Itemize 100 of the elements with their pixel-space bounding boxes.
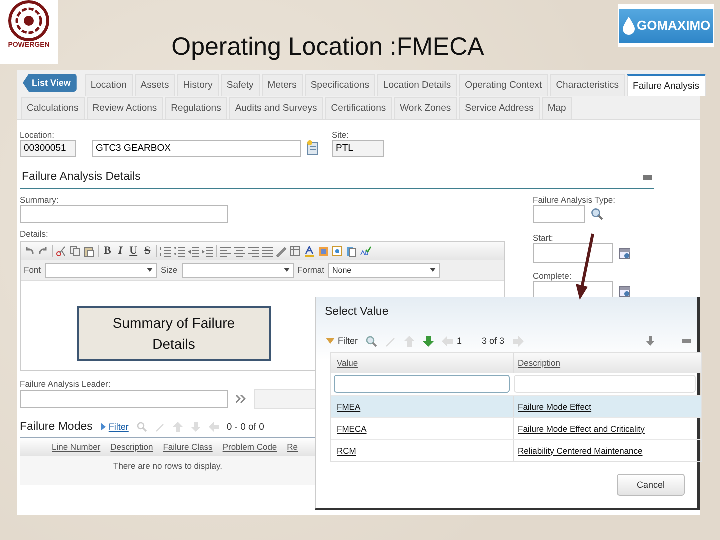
tab[interactable]: Meters [262,74,303,96]
column-header[interactable]: Description [518,358,561,368]
search-icon[interactable] [366,336,377,346]
calendar-icon[interactable] [619,246,631,260]
caret-icon [284,268,290,272]
filter-field[interactable] [334,375,510,393]
column-header[interactable]: Line Number [52,442,101,452]
column-header[interactable]: Problem Code [222,442,278,452]
summary-field[interactable] [20,205,228,223]
tab[interactable]: Regulations [165,97,228,119]
indent-icon[interactable] [202,246,213,256]
field-label: Font [24,265,42,275]
dropdown-field[interactable] [45,262,158,278]
arrow [576,234,594,300]
tab[interactable]: Characteristics [550,74,626,96]
tab[interactable]: Audits and Surveys [229,97,324,119]
table-row[interactable]: RCM Reliability Centered Maintenance [331,439,701,461]
text-color-icon[interactable] [304,246,315,256]
tab[interactable]: Operating Context [459,74,548,96]
image-icon[interactable] [332,246,343,256]
value-link[interactable]: FMECA [337,424,367,434]
format-button[interactable]: U [128,245,140,257]
justify-icon[interactable] [262,246,273,256]
description-link[interactable]: Failure Mode Effect and Criticality [518,424,645,434]
field-label: Details: [20,229,48,239]
caret-icon[interactable] [326,338,335,344]
slide-title: Operating Location :FMECA [170,33,486,62]
description-field[interactable]: GTC3 GEARBOX [92,140,301,157]
numbered-list-icon[interactable] [160,246,171,256]
start-date-field[interactable] [533,243,613,263]
description-link[interactable]: Reliability Centered Maintenance [518,446,643,456]
tab[interactable]: Location [84,74,133,96]
undo-icon[interactable] [24,246,35,256]
align-center-icon[interactable] [234,246,245,256]
tab[interactable]: Location Details [377,74,458,96]
pencil-icon[interactable] [276,246,287,256]
field-label: Location: [20,130,54,140]
site-field[interactable]: PTL [332,140,384,157]
field-label: Site: [332,130,350,140]
caret-icon [147,268,154,272]
outdent-icon[interactable] [188,246,199,256]
tab[interactable]: Certifications [325,97,392,119]
tab[interactable]: Map [542,97,572,119]
tab[interactable]: Work Zones [394,97,458,119]
tab[interactable]: Service Address [459,97,540,119]
column-header[interactable]: Description [110,442,154,452]
bullet-list-icon[interactable] [174,246,185,256]
field-label: Failure Analysis Leader: [20,379,111,389]
table-row[interactable]: FMECA Failure Mode Effect and Criticality [331,417,701,439]
readonly-field [254,389,316,409]
field-label: Size [161,265,178,275]
paste-icon[interactable] [84,246,95,256]
logo-text: GOMAXIMO [637,18,711,33]
search-icon[interactable] [591,208,603,220]
column-header[interactable]: Re [287,442,298,452]
filter-button[interactable]: Filter [338,336,358,346]
filter-link[interactable]: Filter [108,422,129,432]
spellcheck-icon[interactable] [360,246,371,256]
section-title: Failure Analysis Details [22,171,141,183]
dropdown-field[interactable] [182,262,294,278]
format-button[interactable]: I [116,245,125,257]
minimize-icon[interactable] [643,174,652,180]
list-view-button[interactable]: List View [23,74,77,92]
column-header[interactable]: Value [337,358,358,368]
tab[interactable]: Failure Analysis [627,74,706,96]
calendar-icon[interactable] [619,284,631,298]
dropdown-field[interactable]: None [328,262,440,278]
tab[interactable]: Review Actions [86,97,164,119]
tab[interactable]: History [177,74,219,96]
highlight-icon[interactable] [318,246,329,256]
type-field[interactable] [533,205,585,223]
align-left-icon[interactable] [220,246,231,256]
document-icon[interactable] [306,140,320,156]
logo-icon [8,0,50,42]
cancel-button[interactable]: Cancel [617,474,685,496]
download-icon[interactable] [645,336,656,346]
tab[interactable]: Safety [220,74,260,96]
format-button[interactable]: S [142,245,153,257]
table-row[interactable]: FMEA Failure Mode Effect [331,395,701,417]
description-link[interactable]: Failure Mode Effect [518,402,592,412]
paste-text-icon[interactable] [346,246,357,256]
tab[interactable]: Specifications [304,74,376,96]
leader-field[interactable] [20,390,228,408]
cut-icon[interactable] [56,246,67,256]
redo-icon[interactable] [38,246,49,256]
triangle-icon[interactable] [100,423,106,431]
location-field[interactable]: 00300051 [20,140,76,157]
value-link[interactable]: FMEA [337,402,361,412]
callout-text: Summary of Failure Details [112,314,236,354]
page-count: 0 - 0 of 0 [226,422,264,432]
tab[interactable]: Calculations [21,97,85,119]
value-link[interactable]: RCM [337,446,356,456]
down-arrow-icon[interactable] [423,336,434,346]
tab[interactable]: Assets [134,74,176,96]
column-header[interactable]: Failure Class [163,442,213,452]
align-right-icon[interactable] [248,246,259,256]
table-icon[interactable] [290,246,301,256]
copy-icon[interactable] [70,246,81,256]
double-chevron-icon[interactable] [236,395,246,403]
format-button[interactable]: B [102,245,114,257]
